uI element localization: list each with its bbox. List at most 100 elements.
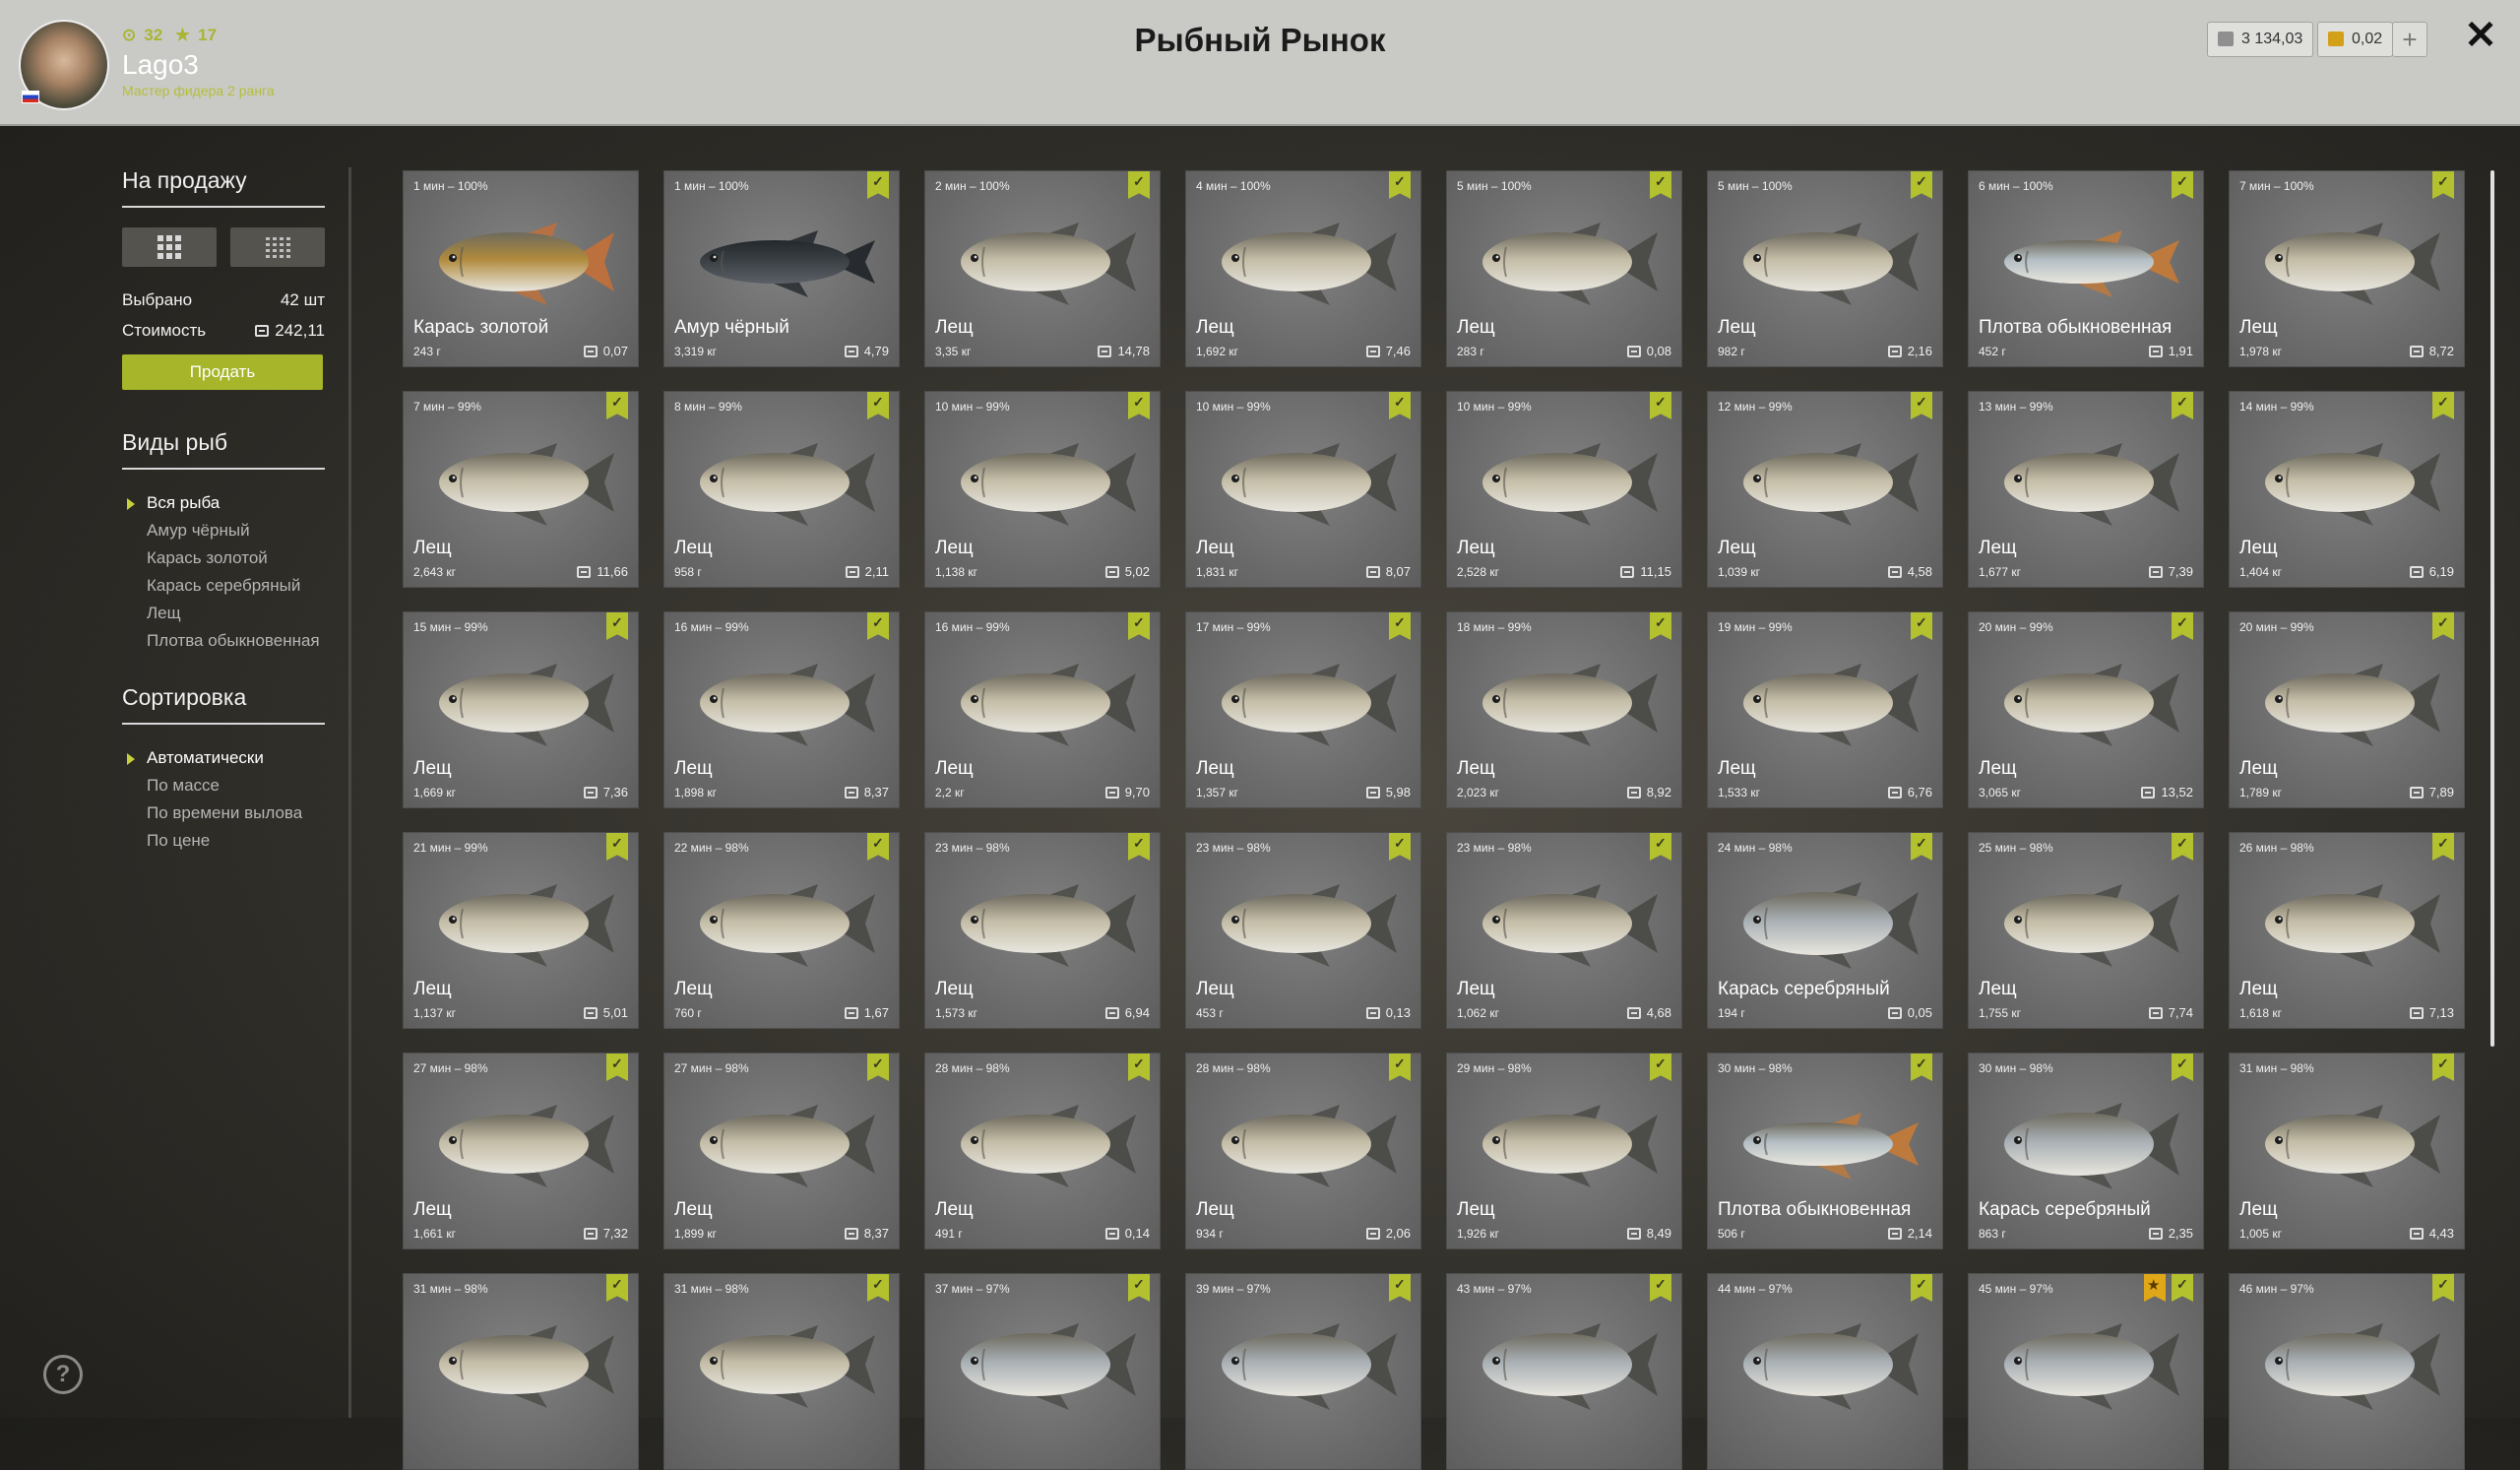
sell-button[interactable]: Продать xyxy=(122,354,323,390)
selected-check-icon[interactable] xyxy=(1911,1274,1932,1302)
fish-card[interactable]: 10 мин – 99% Лещ 1,138 кг 5,02 xyxy=(924,391,1161,588)
selected-check-icon[interactable] xyxy=(2172,1274,2193,1302)
selected-check-icon[interactable] xyxy=(1128,612,1150,640)
fish-card[interactable]: 21 мин – 99% Лещ 1,137 кг 5,01 xyxy=(403,832,639,1029)
sort-option-item[interactable]: По времени вылова xyxy=(122,799,325,827)
fish-card[interactable]: 27 мин – 98% Лещ 1,661 кг 7,32 xyxy=(403,1053,639,1249)
selected-check-icon[interactable] xyxy=(1650,1054,1671,1081)
selected-check-icon[interactable] xyxy=(2432,1054,2454,1081)
close-button[interactable]: ✕ xyxy=(2461,16,2500,55)
fish-card[interactable]: 13 мин – 99% Лещ 1,677 кг 7,39 xyxy=(1968,391,2204,588)
selected-check-icon[interactable] xyxy=(867,1054,889,1081)
fish-card[interactable]: 30 мин – 98% Плотва обыкновенная 506 г 2,1… xyxy=(1707,1053,1943,1249)
selected-check-icon[interactable] xyxy=(1911,1054,1932,1081)
fish-card[interactable]: 16 мин – 99% Лещ 1,898 кг 8,37 xyxy=(663,611,900,808)
selected-check-icon[interactable] xyxy=(1128,1054,1150,1081)
selected-check-icon[interactable] xyxy=(1911,833,1932,861)
selected-check-icon[interactable] xyxy=(2432,392,2454,419)
selected-check-icon[interactable] xyxy=(2172,612,2193,640)
fish-card[interactable]: 18 мин – 99% Лещ 2,023 кг 8,92 xyxy=(1446,611,1682,808)
sort-option-item[interactable]: По массе xyxy=(122,772,325,799)
species-filter-item[interactable]: Лещ xyxy=(122,600,325,627)
fish-card[interactable]: 31 мин – 98% xyxy=(663,1273,900,1470)
small-grid-button[interactable] xyxy=(230,227,325,267)
fish-card[interactable]: 7 мин – 100% Лещ 1,978 кг 8,72 xyxy=(2229,170,2465,367)
selected-check-icon[interactable] xyxy=(606,833,628,861)
selected-check-icon[interactable] xyxy=(2432,612,2454,640)
fish-card[interactable]: 37 мин – 97% xyxy=(924,1273,1161,1470)
fish-card[interactable]: 23 мин – 98% Лещ 453 г 0,13 xyxy=(1185,832,1421,1029)
selected-check-icon[interactable] xyxy=(1128,833,1150,861)
selected-check-icon[interactable] xyxy=(2172,392,2193,419)
species-filter-item[interactable]: Карась золотой xyxy=(122,544,325,572)
selected-check-icon[interactable] xyxy=(2172,171,2193,199)
fish-card[interactable]: 10 мин – 99% Лещ 1,831 кг 8,07 xyxy=(1185,391,1421,588)
fish-card[interactable]: 8 мин – 99% Лещ 958 г 2,11 xyxy=(663,391,900,588)
fish-card[interactable]: 28 мин – 98% Лещ 491 г 0,14 xyxy=(924,1053,1161,1249)
selected-check-icon[interactable] xyxy=(1650,171,1671,199)
selected-check-icon[interactable] xyxy=(2172,1054,2193,1081)
gold-balance[interactable]: 0,02 xyxy=(2317,22,2394,57)
fish-card[interactable]: 12 мин – 99% Лещ 1,039 кг 4,58 xyxy=(1707,391,1943,588)
fish-card[interactable]: 25 мин – 98% Лещ 1,755 кг 7,74 xyxy=(1968,832,2204,1029)
selected-check-icon[interactable] xyxy=(1650,392,1671,419)
fish-card[interactable]: 27 мин – 98% Лещ 1,899 кг 8,37 xyxy=(663,1053,900,1249)
fish-card[interactable]: 1 мин – 100% Амур чёрный 3,319 кг 4,79 xyxy=(663,170,900,367)
fish-card[interactable]: 5 мин – 100% Лещ 982 г 2,16 xyxy=(1707,170,1943,367)
selected-check-icon[interactable] xyxy=(606,1054,628,1081)
fish-card[interactable]: 14 мин – 99% Лещ 1,404 кг 6,19 xyxy=(2229,391,2465,588)
add-currency-button[interactable]: + xyxy=(2392,22,2427,57)
fish-card[interactable]: 20 мин – 99% Лещ 3,065 кг 13,52 xyxy=(1968,611,2204,808)
selected-check-icon[interactable] xyxy=(1389,1054,1411,1081)
selected-check-icon[interactable] xyxy=(1389,392,1411,419)
fish-card[interactable]: 30 мин – 98% Карась серебряный 863 г 2,35 xyxy=(1968,1053,2204,1249)
selected-check-icon[interactable] xyxy=(1650,612,1671,640)
selected-check-icon[interactable] xyxy=(2172,833,2193,861)
selected-check-icon[interactable] xyxy=(1128,1274,1150,1302)
species-filter-item[interactable]: Плотва обыкновенная xyxy=(122,627,325,655)
selected-check-icon[interactable] xyxy=(1650,1274,1671,1302)
selected-check-icon[interactable] xyxy=(867,171,889,199)
selected-check-icon[interactable] xyxy=(1389,612,1411,640)
fish-card[interactable]: 26 мин – 98% Лещ 1,618 кг 7,13 xyxy=(2229,832,2465,1029)
fish-card[interactable]: 5 мин – 100% Лещ 283 г 0,08 xyxy=(1446,170,1682,367)
sort-option-item[interactable]: По цене xyxy=(122,827,325,855)
fish-card[interactable]: 20 мин – 99% Лещ 1,789 кг 7,89 xyxy=(2229,611,2465,808)
fish-card[interactable]: 7 мин – 99% Лещ 2,643 кг 11,66 xyxy=(403,391,639,588)
selected-check-icon[interactable] xyxy=(867,392,889,419)
fish-card[interactable]: 4 мин – 100% Лещ 1,692 кг 7,46 xyxy=(1185,170,1421,367)
selected-check-icon[interactable] xyxy=(1911,171,1932,199)
help-button[interactable]: ? xyxy=(43,1355,83,1394)
selected-check-icon[interactable] xyxy=(606,392,628,419)
selected-check-icon[interactable] xyxy=(1650,833,1671,861)
fish-card[interactable]: 31 мин – 98% xyxy=(403,1273,639,1470)
fish-card[interactable]: 24 мин – 98% Карась серебряный 194 г 0,05 xyxy=(1707,832,1943,1029)
fish-card[interactable]: 43 мин – 97% xyxy=(1446,1273,1682,1470)
selected-check-icon[interactable] xyxy=(2432,171,2454,199)
selected-check-icon[interactable] xyxy=(1911,392,1932,419)
large-grid-button[interactable] xyxy=(122,227,217,267)
species-filter-item[interactable]: Амур чёрный xyxy=(122,517,325,544)
fish-card[interactable]: 16 мин – 99% Лещ 2,2 кг 9,70 xyxy=(924,611,1161,808)
selected-check-icon[interactable] xyxy=(2432,1274,2454,1302)
selected-check-icon[interactable] xyxy=(1389,171,1411,199)
selected-check-icon[interactable] xyxy=(1389,833,1411,861)
fish-card[interactable]: 23 мин – 98% Лещ 1,573 кг 6,94 xyxy=(924,832,1161,1029)
fish-card[interactable]: 31 мин – 98% Лещ 1,005 кг 4,43 xyxy=(2229,1053,2465,1249)
fish-card[interactable]: 22 мин – 98% Лещ 760 г 1,67 xyxy=(663,832,900,1029)
selected-check-icon[interactable] xyxy=(1128,392,1150,419)
selected-check-icon[interactable] xyxy=(867,1274,889,1302)
selected-check-icon[interactable] xyxy=(867,833,889,861)
fish-card[interactable]: 23 мин – 98% Лещ 1,062 кг 4,68 xyxy=(1446,832,1682,1029)
sort-option-item[interactable]: Автоматически xyxy=(122,744,325,772)
fish-card[interactable]: 39 мин – 97% xyxy=(1185,1273,1421,1470)
fish-card[interactable]: 19 мин – 99% Лещ 1,533 кг 6,76 xyxy=(1707,611,1943,808)
fish-card[interactable]: 28 мин – 98% Лещ 934 г 2,06 xyxy=(1185,1053,1421,1249)
fish-card[interactable]: 1 мин – 100% Карась золотой 243 г 0,07 xyxy=(403,170,639,367)
species-filter-item[interactable]: Карась серебряный xyxy=(122,572,325,600)
selected-check-icon[interactable] xyxy=(2432,833,2454,861)
selected-check-icon[interactable] xyxy=(867,612,889,640)
silver-balance[interactable]: 3 134,03 xyxy=(2207,22,2314,57)
scrollbar[interactable] xyxy=(2490,170,2494,1047)
fish-card[interactable]: 45 мин – 97% xyxy=(1968,1273,2204,1470)
